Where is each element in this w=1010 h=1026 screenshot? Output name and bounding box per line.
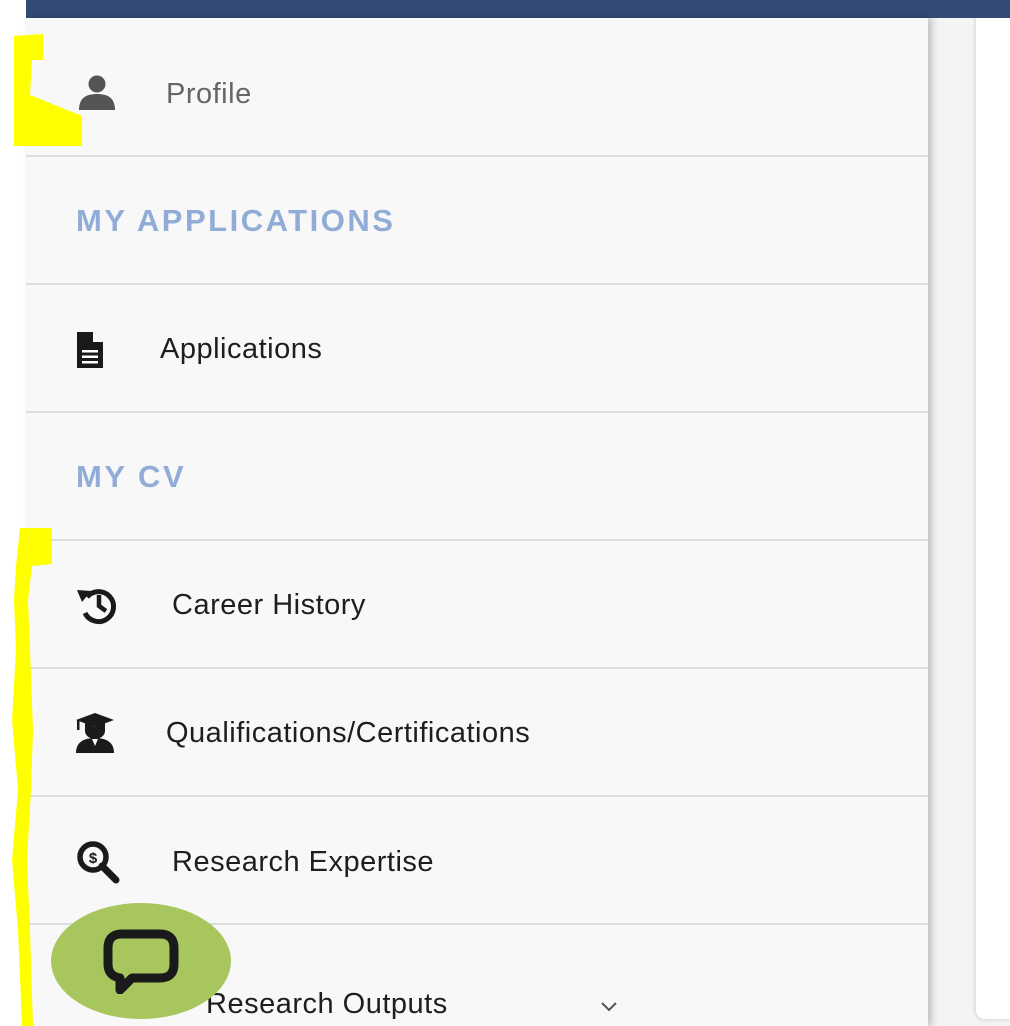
sidebar-item-label: Applications [160,333,323,365]
sidebar-nav: Profile MY APPLICATIONS Applications MY … [26,18,928,1026]
sidebar-item-label: Research Expertise [172,846,435,878]
section-header-my-applications: MY APPLICATIONS [26,157,928,285]
sidebar-item-applications[interactable]: Applications [26,285,928,413]
sidebar-item-profile[interactable]: Profile [26,18,928,157]
chat-bubble-icon [103,929,179,994]
section-header-label: MY APPLICATIONS [76,203,396,238]
section-header-my-cv: MY CV [26,413,928,541]
sidebar-item-label: Career History [172,589,366,621]
sidebar-item-label: Profile [166,78,252,110]
sidebar-item-label: Qualifications/Certifications [166,717,531,749]
sidebar-item-label: Research Outputs [206,988,448,1020]
highlighter-marker-annotation [12,34,82,1026]
chevron-down-icon [600,993,618,1019]
sidebar-item-qualifications[interactable]: Qualifications/Certifications [26,669,928,797]
main-content-panel [975,18,1010,1020]
top-header-bar [26,0,1010,18]
sidebar-item-career-history[interactable]: Career History [26,541,928,669]
chat-button[interactable] [51,903,231,1019]
